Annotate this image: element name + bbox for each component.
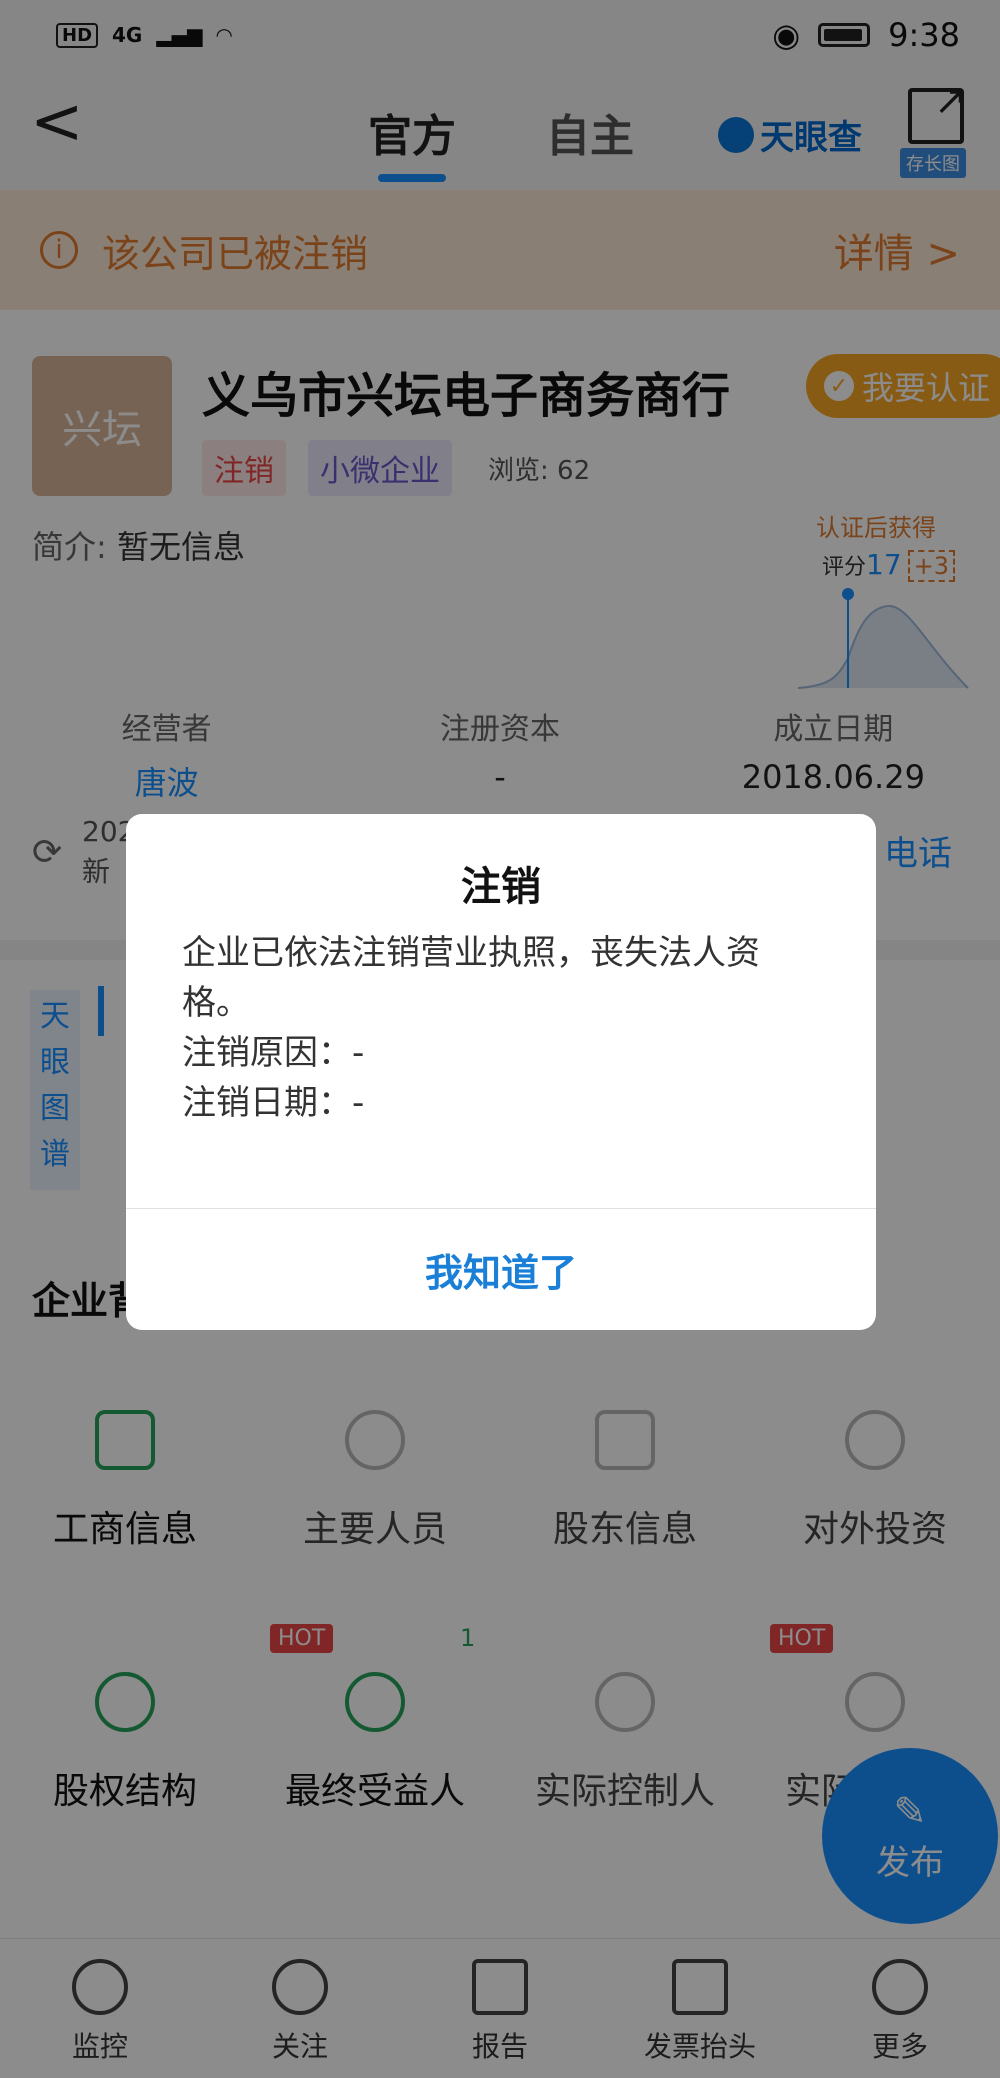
dialog-date: 注销日期：- [182,1083,365,1123]
cancellation-dialog: 注销 企业已依法注销营业执照，丧失法人资格。 注销原因：- 注销日期：- 我知道… [126,814,876,1330]
acknowledge-button[interactable]: 我知道了 [126,1209,876,1330]
dialog-title: 注销 [461,864,541,910]
dialog-line: 企业已依法注销营业执照，丧失法人资格。 [182,933,760,1023]
dialog-body: 企业已依法注销营业执照，丧失法人资格。 注销原因：- 注销日期：- [182,928,822,1128]
dialog-reason: 注销原因：- [182,1033,365,1073]
